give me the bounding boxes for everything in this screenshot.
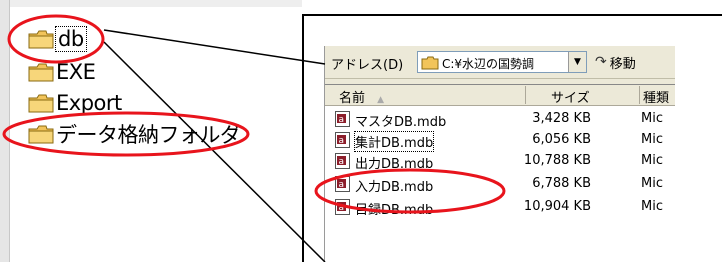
list-item[interactable]: a 入力DB.mdb 6,788 KB Mic bbox=[325, 174, 675, 196]
file-name: 集計DB.mdb bbox=[353, 131, 435, 152]
list-item[interactable]: a 目録DB.mdb 10,904 KB Mic bbox=[325, 197, 675, 219]
svg-text:a: a bbox=[339, 203, 345, 213]
access-db-icon: a bbox=[335, 176, 350, 196]
file-type: Mic bbox=[641, 153, 663, 168]
list-item[interactable]: a マスタDB.mdb 3,428 KB Mic bbox=[325, 109, 675, 131]
access-db-icon: a bbox=[335, 199, 350, 219]
file-size: 6,056 KB bbox=[532, 132, 591, 147]
tree-item-export[interactable]: Export bbox=[28, 89, 122, 117]
chevron-down-icon[interactable]: ▼ bbox=[568, 52, 586, 72]
tree-item-label: データ格納フォルダ bbox=[56, 123, 241, 147]
go-arrow-icon: ↷ bbox=[595, 54, 607, 70]
file-size: 6,788 KB bbox=[532, 176, 591, 191]
address-path[interactable]: C:¥水辺の国勢調 bbox=[442, 55, 570, 72]
file-name: 出力DB.mdb bbox=[355, 157, 434, 172]
explorer-window: アドレス(D) C:¥水辺の国勢調 ▼ ↷ 移動 名前 ▲ サイズ 種類 a マ… bbox=[324, 46, 675, 262]
list-item[interactable]: a 集計DB.mdb 6,056 KB Mic bbox=[325, 130, 675, 152]
column-header-size[interactable]: サイズ bbox=[551, 87, 590, 106]
column-header-name[interactable]: 名前 ▲ bbox=[339, 87, 384, 106]
tree-item-db[interactable]: db bbox=[28, 25, 87, 53]
tree-top-border bbox=[0, 0, 302, 7]
folder-icon bbox=[28, 93, 54, 113]
file-name: 目録DB.mdb bbox=[355, 203, 434, 218]
folder-icon bbox=[28, 62, 54, 82]
file-list: 名前 ▲ サイズ 種類 a マスタDB.mdb 3,428 KB Mic a 集… bbox=[325, 84, 675, 262]
folder-icon bbox=[28, 124, 54, 144]
svg-text:a: a bbox=[339, 157, 345, 167]
go-button-label: 移動 bbox=[609, 56, 636, 72]
folder-icon bbox=[421, 55, 439, 74]
access-db-icon: a bbox=[335, 132, 350, 152]
file-size: 10,788 KB bbox=[523, 153, 591, 168]
tree-item-data-storage-folder[interactable]: データ格納フォルダ bbox=[28, 120, 241, 148]
list-header: 名前 ▲ サイズ 種類 bbox=[325, 85, 675, 106]
sort-ascending-icon: ▲ bbox=[377, 95, 385, 105]
address-combobox[interactable]: C:¥水辺の国勢調 ▼ bbox=[417, 51, 587, 73]
column-divider[interactable] bbox=[639, 86, 640, 104]
file-size: 3,428 KB bbox=[532, 111, 591, 126]
access-db-icon: a bbox=[335, 153, 350, 173]
address-label: アドレス(D) bbox=[331, 58, 404, 73]
go-button[interactable]: ↷ 移動 bbox=[595, 51, 636, 73]
tree-item-label: Export bbox=[56, 91, 122, 115]
column-divider[interactable] bbox=[525, 86, 526, 104]
file-type: Mic bbox=[641, 176, 663, 191]
column-header-type[interactable]: 種類 bbox=[643, 87, 669, 106]
file-name: マスタDB.mdb bbox=[355, 115, 447, 130]
file-type: Mic bbox=[641, 132, 663, 147]
svg-text:a: a bbox=[339, 180, 345, 190]
tree-item-exe[interactable]: EXE bbox=[28, 58, 96, 86]
folder-tree-pane: db EXE Export データ格納フォルダ bbox=[0, 0, 302, 262]
file-type: Mic bbox=[641, 199, 663, 214]
tree-item-label: db bbox=[55, 26, 87, 52]
svg-text:a: a bbox=[339, 115, 345, 125]
list-item[interactable]: a 出力DB.mdb 10,788 KB Mic bbox=[325, 151, 675, 173]
address-bar: アドレス(D) C:¥水辺の国勢調 ▼ ↷ 移動 bbox=[325, 46, 675, 79]
file-name: 入力DB.mdb bbox=[355, 180, 434, 195]
tree-scrollbar[interactable] bbox=[0, 0, 10, 262]
file-type: Mic bbox=[641, 111, 663, 126]
access-db-icon: a bbox=[335, 111, 350, 131]
file-size: 10,904 KB bbox=[523, 199, 591, 214]
tree-item-label: EXE bbox=[56, 60, 96, 84]
folder-icon bbox=[28, 29, 54, 49]
svg-text:a: a bbox=[339, 136, 345, 146]
